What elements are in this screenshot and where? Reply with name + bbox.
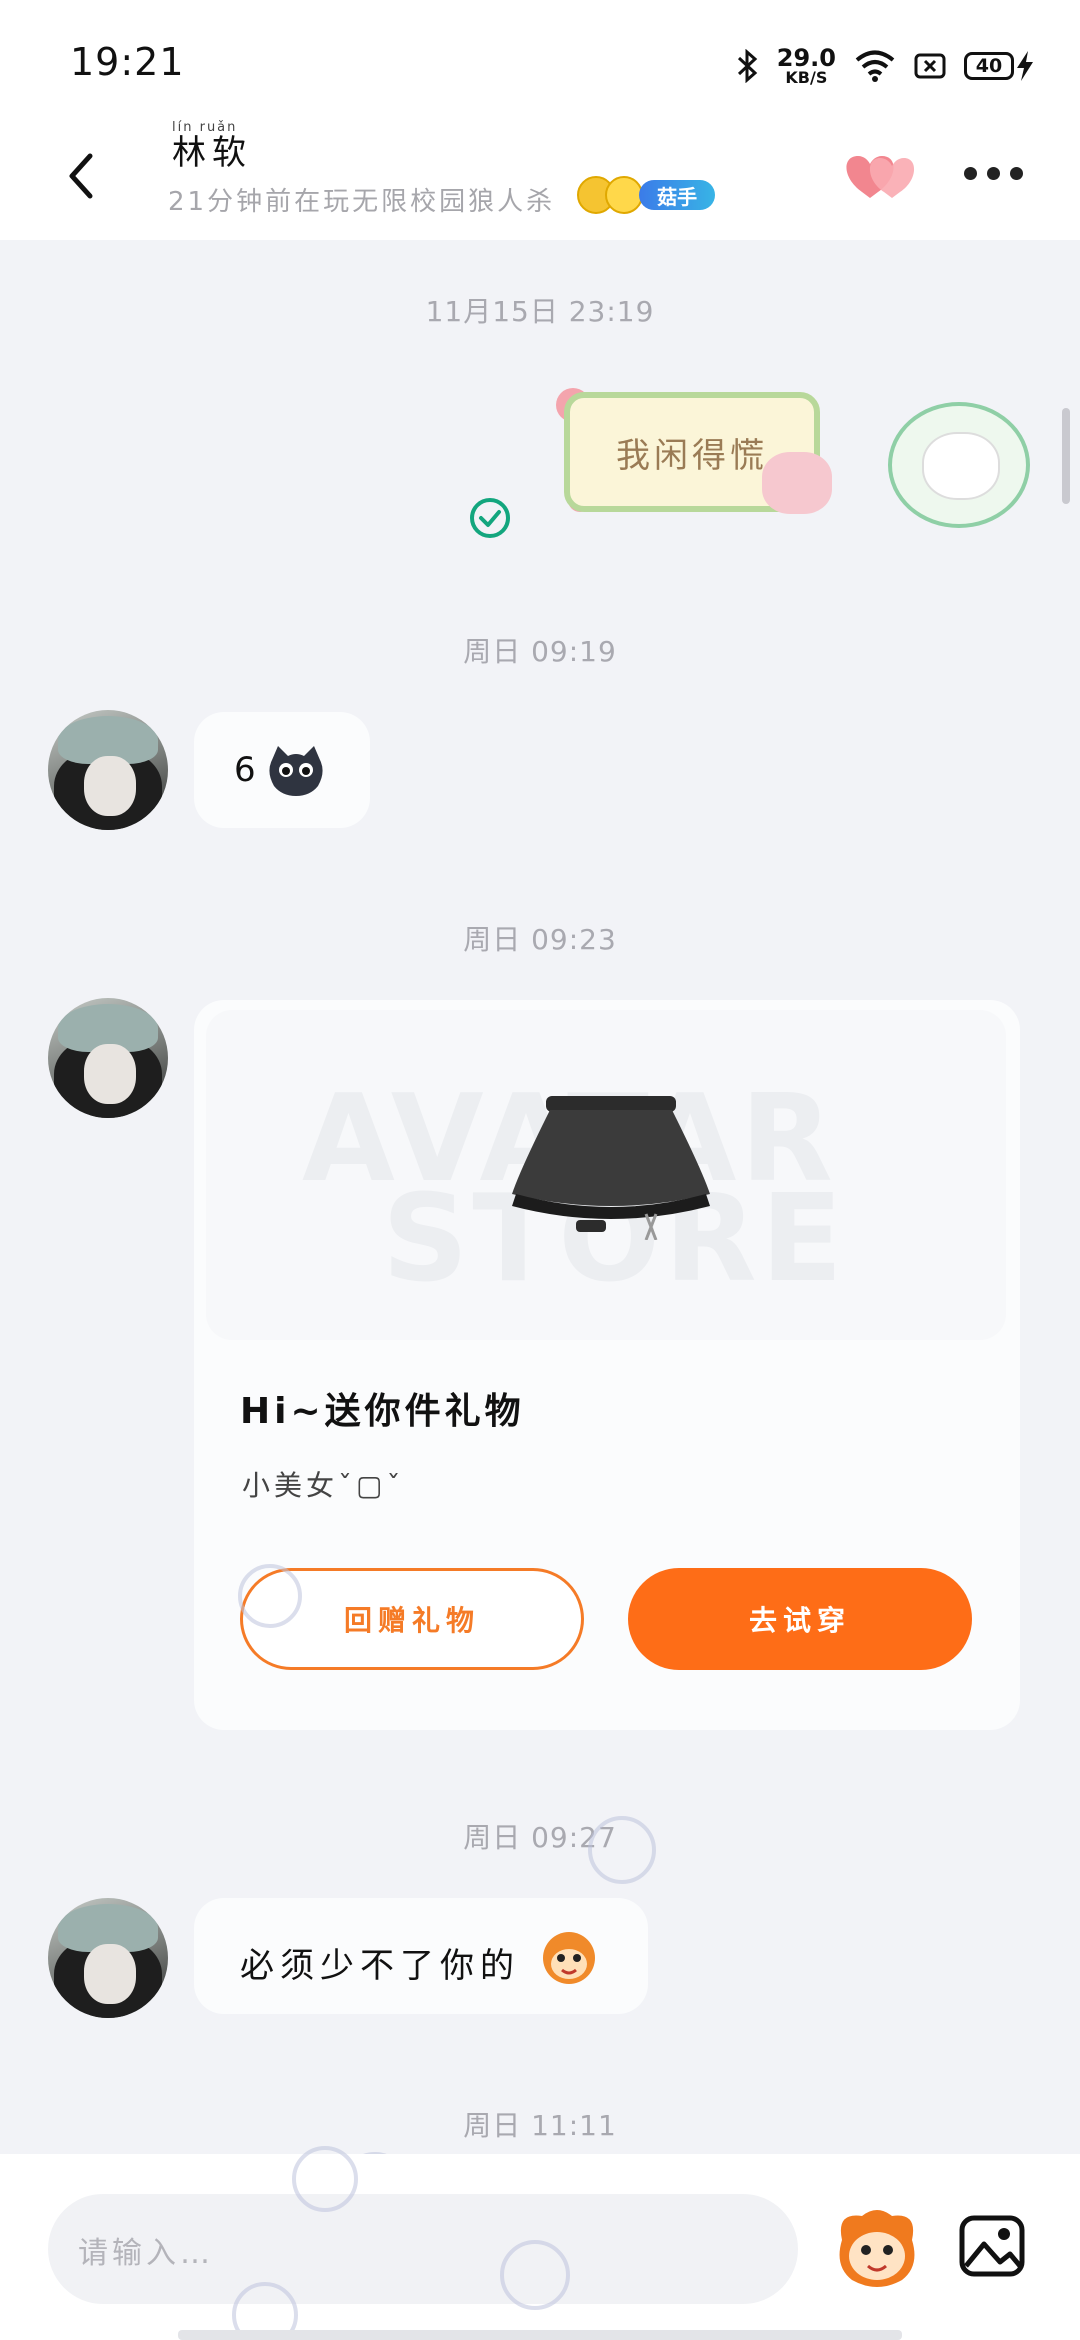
- back-arrow-icon[interactable]: [56, 140, 116, 210]
- teapot-decoration: [762, 452, 832, 514]
- contact-avatar[interactable]: [48, 998, 168, 1118]
- status-icons: 29.0 KB/S 40: [737, 40, 1036, 92]
- monkey-emoji-icon[interactable]: [832, 2206, 922, 2290]
- gift-image: AVATAR STORE: [206, 1010, 1006, 1340]
- gift-card[interactable]: AVATAR STORE Hi~送你件礼物 小美女ˇ▢ˇ 回赠礼物 去试穿: [194, 1000, 1020, 1730]
- status-emojis: 菇手: [577, 176, 716, 214]
- skirt-item-icon: [512, 1096, 710, 1240]
- bubble-decoration: [292, 2146, 358, 2212]
- image-icon[interactable]: [956, 2210, 1028, 2282]
- pig-avatar-icon: [922, 432, 1000, 500]
- composer-bar: 请输入…: [0, 2146, 1080, 2340]
- network-speed-unit: KB/S: [785, 68, 828, 87]
- timestamp: 周日 11:11: [463, 2109, 617, 2142]
- gift-subtitle: 小美女ˇ▢ˇ: [242, 1469, 405, 1502]
- monkey-emoji-icon: [543, 1932, 595, 1984]
- no-sim-icon: [914, 53, 946, 79]
- contact-avatar[interactable]: [48, 1898, 168, 2018]
- sticker-text: 我闲得慌: [616, 435, 768, 476]
- smile-emoji-icon: [605, 176, 644, 214]
- network-speed-value: 29.0: [776, 44, 836, 72]
- scrollbar[interactable]: [1062, 408, 1070, 504]
- contact-avatar[interactable]: [48, 710, 168, 830]
- my-avatar[interactable]: [888, 402, 1030, 528]
- bubble-decoration: [500, 2240, 570, 2310]
- status-badge: 菇手: [639, 180, 716, 210]
- contact-status: 21分钟前在玩无限校园狼人杀 菇手: [168, 176, 716, 217]
- bubble-decoration: [238, 1564, 302, 1628]
- hearts-icon[interactable]: [840, 142, 920, 202]
- timestamp: 周日 09:23: [463, 923, 617, 956]
- timestamp: 11月15日 23:19: [425, 295, 655, 328]
- home-indicator[interactable]: [178, 2330, 902, 2340]
- message-input[interactable]: 请输入…: [48, 2194, 798, 2304]
- contact-name-block[interactable]: lín ruǎn 林软: [172, 120, 252, 170]
- gift-title: Hi~送你件礼物: [240, 1391, 525, 1432]
- battery-level: 40: [964, 52, 1014, 80]
- message-input-placeholder: 请输入…: [78, 2236, 214, 2271]
- timestamp: 周日 09:27: [463, 1821, 617, 1854]
- message-bubble[interactable]: 必须少不了你的: [194, 1898, 648, 2014]
- try-on-button[interactable]: 去试穿: [628, 1568, 972, 1670]
- contact-status-text: 21分钟前在玩无限校园狼人杀: [168, 186, 556, 217]
- battery-indicator: 40: [964, 49, 1036, 83]
- bluetooth-icon: [737, 49, 758, 83]
- message-bubble[interactable]: 6: [194, 712, 370, 828]
- status-bar: 19:21 29.0 KB/S 40: [0, 0, 1080, 120]
- wifi-icon: [855, 50, 895, 82]
- contact-name: 林软: [172, 133, 252, 173]
- message-text: 6: [234, 750, 262, 790]
- timestamp: 周日 09:19: [463, 635, 617, 668]
- message-text: 必须少不了你的: [240, 1946, 520, 1986]
- chat-header: lín ruǎn 林软 21分钟前在玩无限校园狼人杀 菇手: [0, 120, 1080, 240]
- read-check-icon: [470, 498, 510, 538]
- charging-icon: [1017, 51, 1033, 81]
- bubble-decoration: [588, 1816, 656, 1884]
- network-speed: 29.0 KB/S: [777, 46, 836, 86]
- black-cat-emoji-icon: [269, 746, 323, 796]
- status-time: 19:21: [70, 40, 185, 84]
- more-dots-icon[interactable]: [964, 160, 1028, 186]
